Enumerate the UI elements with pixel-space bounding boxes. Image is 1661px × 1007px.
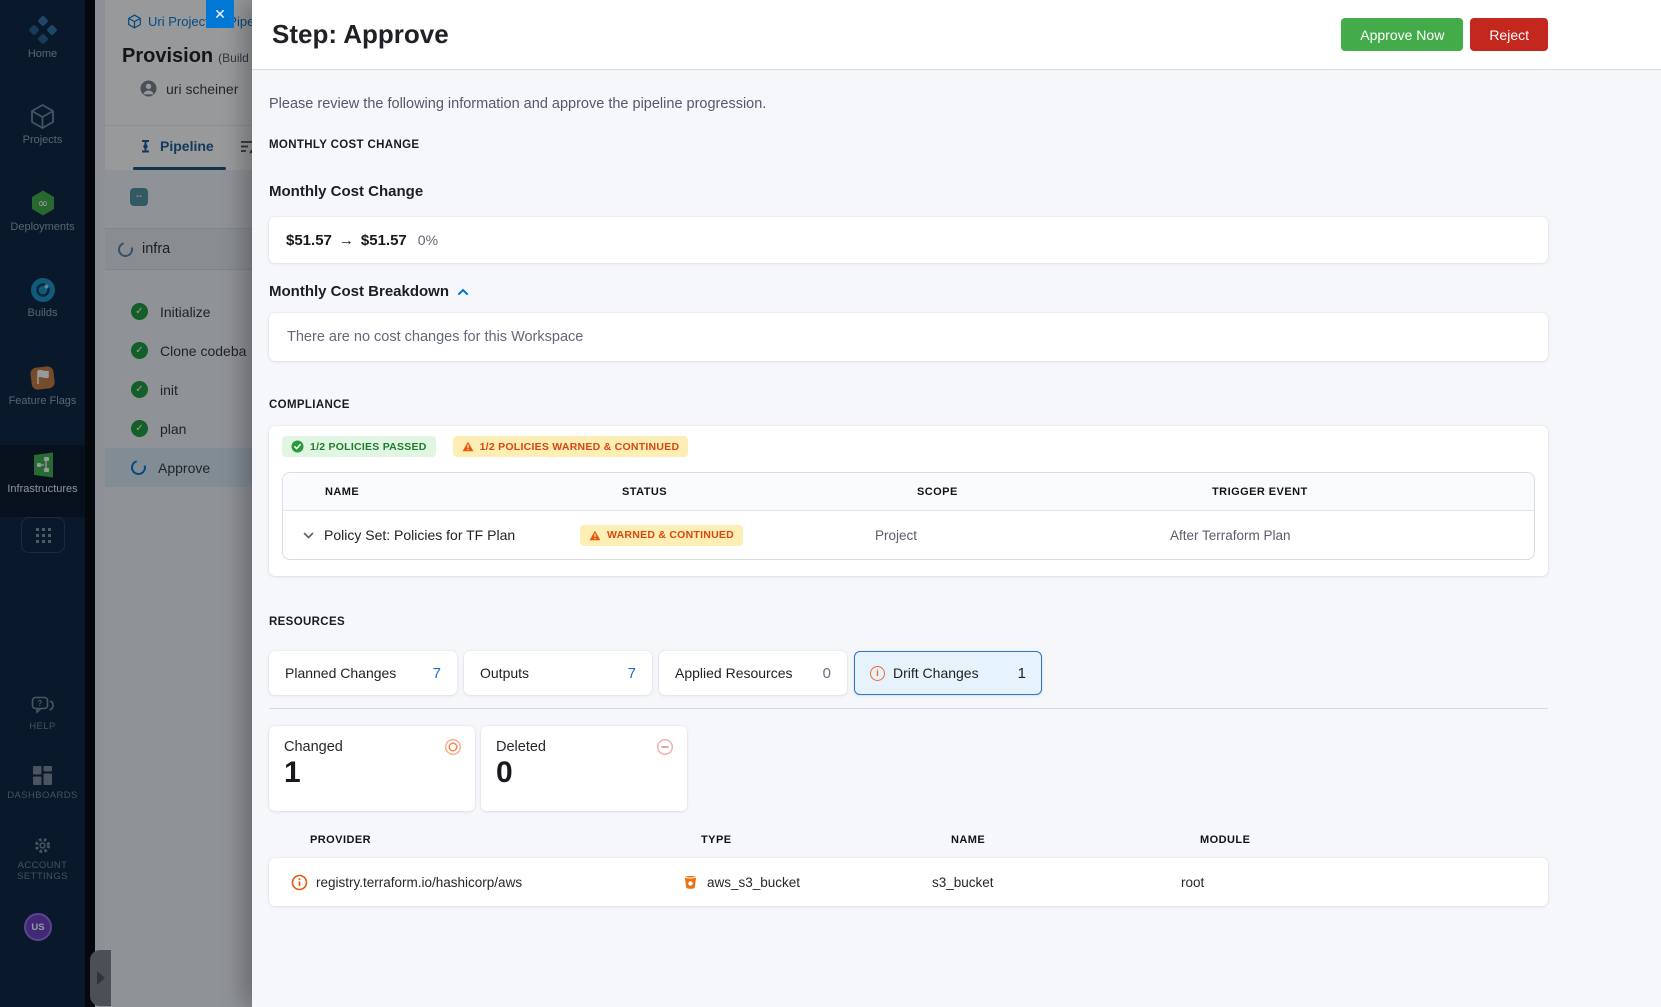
col-module: MODULE <box>1200 834 1251 846</box>
tab-count: 7 <box>432 664 441 682</box>
approve-step-drawer: ✕ Step: Approve Approve Now Reject Pleas… <box>206 0 1661 1007</box>
drawer-body: Please review the following information … <box>252 96 1661 936</box>
reject-button[interactable]: Reject <box>1470 18 1548 51</box>
policy-table-row[interactable]: Policy Set: Policies for TF Plan WARNED … <box>283 511 1534 559</box>
stat-label: Changed <box>284 739 343 755</box>
chevron-up-icon <box>458 288 469 295</box>
policy-trigger-event: After Terraform Plan <box>1170 527 1291 543</box>
cost-from: $51.57 <box>286 231 332 249</box>
col-name: NAME <box>951 834 986 846</box>
resources-tabs: Planned Changes 7 Outputs 7 Applied Reso… <box>269 651 1548 695</box>
policy-table: NAME STATUS SCOPE TRIGGER EVENT Policy S… <box>282 472 1535 560</box>
tab-count: 7 <box>627 664 636 682</box>
tab-planned-changes[interactable]: Planned Changes 7 <box>269 651 457 695</box>
cost-to: $51.57 <box>360 231 407 249</box>
close-icon: ✕ <box>214 5 226 22</box>
divider <box>269 708 1548 709</box>
policy-table-header: NAME STATUS SCOPE TRIGGER EVENT <box>283 473 1534 511</box>
drawer-collapse-handle[interactable] <box>90 950 111 1006</box>
tab-drift-changes[interactable]: i Drift Changes 1 <box>854 651 1042 695</box>
chevron-down-icon[interactable] <box>303 532 314 539</box>
tab-count: 0 <box>822 664 831 682</box>
col-provider: PROVIDER <box>310 834 372 846</box>
warning-triangle-icon <box>462 441 473 452</box>
col-trigger-event: TRIGGER EVENT <box>1212 486 1308 498</box>
cost-percent: 0% <box>417 232 439 248</box>
drift-stat-cards: Changed 1 Deleted 0 <box>269 726 1548 811</box>
review-instructions: Please review the following information … <box>269 96 767 112</box>
monthly-cost-breakdown-toggle[interactable]: Monthly Cost Breakdown <box>269 283 1548 300</box>
changed-stat-card: Changed 1 <box>269 726 475 811</box>
warning-triangle-icon <box>589 530 601 540</box>
changed-icon <box>444 738 462 761</box>
policies-warned-badge: 1/2 POLICIES WARNED & CONTINUED <box>452 436 689 457</box>
chevron-right-icon <box>96 971 105 985</box>
tab-label: Planned Changes <box>285 665 397 681</box>
drift-info-icon: i <box>870 665 885 681</box>
approve-now-button[interactable]: Approve Now <box>1341 18 1464 51</box>
monthly-cost-change-heading: MONTHLY COST CHANGE <box>269 139 420 151</box>
status-badge: WARNED & CONTINUED <box>580 524 743 546</box>
arrow-right-icon: → <box>338 231 354 249</box>
drawer-title: Step: Approve <box>272 19 449 49</box>
resource-name: s3_bucket <box>932 874 994 890</box>
tab-label: Drift Changes <box>893 665 979 681</box>
close-button[interactable]: ✕ <box>206 0 234 28</box>
tab-label: Outputs <box>480 665 530 681</box>
check-circle-icon <box>291 440 304 453</box>
drift-table-row[interactable]: registry.terraform.io/hashicorp/aws aws_… <box>269 858 1548 906</box>
policy-scope: Project <box>875 527 918 543</box>
tab-outputs[interactable]: Outputs 7 <box>464 651 652 695</box>
drift-table-header: PROVIDER TYPE NAME MODULE <box>269 834 1548 846</box>
app-root: Home Projects ∞ Deployments Builds Featu… <box>0 0 1661 1007</box>
compliance-card: 1/2 POLICIES PASSED 1/2 POLICIES WARNED … <box>269 426 1548 576</box>
stat-label: Deleted <box>496 739 546 755</box>
policy-set-name: Policy Set: Policies for TF Plan <box>324 527 516 543</box>
deleted-stat-card: Deleted 0 <box>481 726 687 811</box>
cost-change-card: $51.57 → $51.57 0% <box>269 217 1548 263</box>
resources-heading: RESOURCES <box>269 616 345 628</box>
col-status: STATUS <box>622 486 668 498</box>
tab-applied-resources[interactable]: Applied Resources 0 <box>659 651 847 695</box>
tab-count: 1 <box>1017 664 1026 682</box>
col-type: TYPE <box>701 834 732 846</box>
breakdown-label: Monthly Cost Breakdown <box>269 283 450 300</box>
col-scope: SCOPE <box>917 486 958 498</box>
monthly-cost-change-subheading: Monthly Cost Change <box>269 183 424 200</box>
resource-provider: registry.terraform.io/hashicorp/aws <box>316 874 523 890</box>
compliance-heading: COMPLIANCE <box>269 399 350 411</box>
col-name: NAME <box>325 486 360 498</box>
drift-info-icon <box>291 874 308 890</box>
policies-passed-badge: 1/2 POLICIES PASSED <box>282 436 436 457</box>
drawer-header: Step: Approve Approve Now Reject <box>252 0 1661 70</box>
resource-type: aws_s3_bucket <box>707 874 801 890</box>
deleted-icon <box>656 738 674 761</box>
aws-s3-bucket-icon <box>684 875 697 889</box>
cost-breakdown-empty-card: There are no cost changes for this Works… <box>269 313 1548 361</box>
resource-module: root <box>1181 874 1205 890</box>
stat-value: 1 <box>284 756 301 789</box>
tab-label: Applied Resources <box>675 665 793 681</box>
stat-value: 0 <box>496 756 513 789</box>
